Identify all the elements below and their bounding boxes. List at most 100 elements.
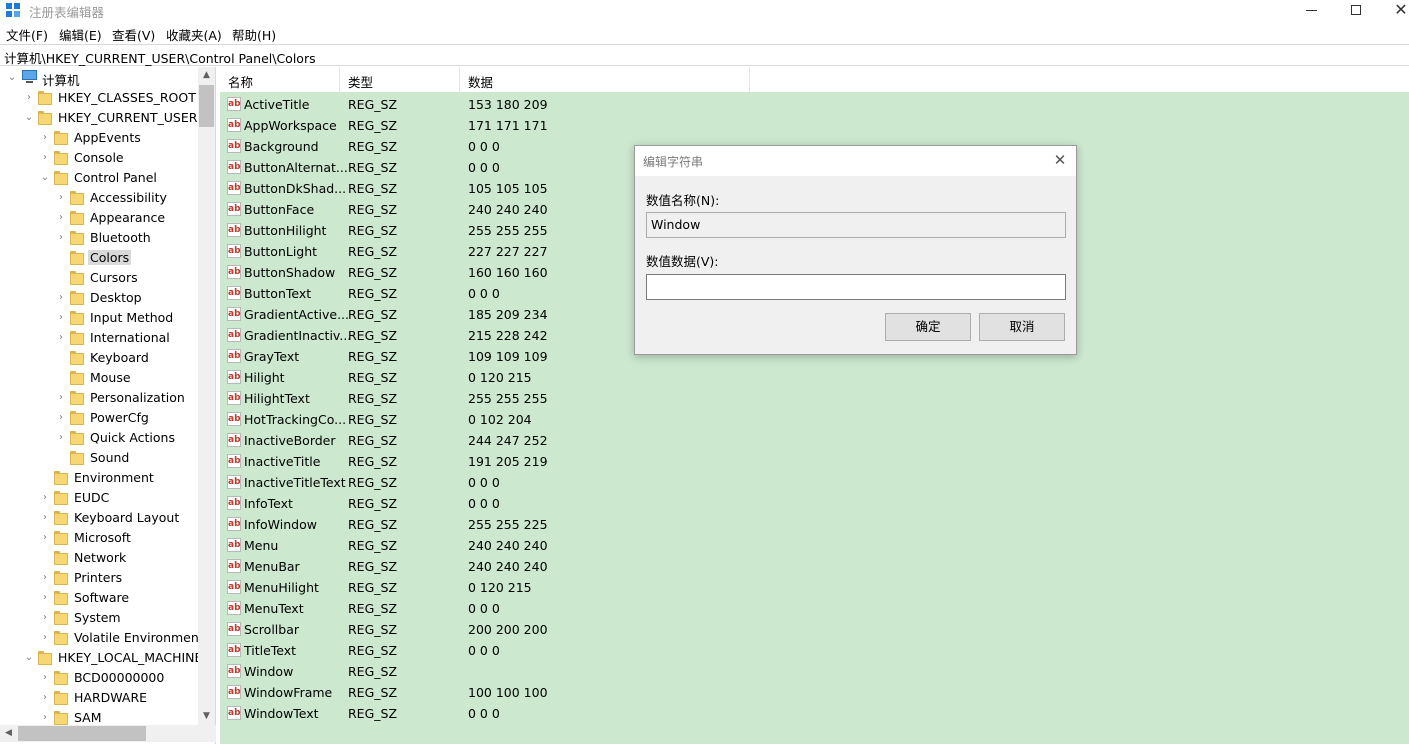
tree-item[interactable]: › HARDWARE bbox=[0, 688, 198, 708]
chevron-right-icon[interactable]: › bbox=[40, 611, 50, 625]
list-item[interactable]: ab WindowText REG_SZ 0 0 0 bbox=[220, 703, 1409, 724]
tree-item[interactable]: › HKEY_CLASSES_ROOT bbox=[0, 88, 198, 108]
list-item[interactable]: ab Window REG_SZ bbox=[220, 661, 1409, 682]
chevron-right-icon[interactable]: › bbox=[56, 431, 66, 445]
value-data-field[interactable] bbox=[646, 274, 1066, 300]
chevron-right-icon[interactable]: › bbox=[56, 391, 66, 405]
cancel-button[interactable]: 取消 bbox=[979, 313, 1065, 341]
tree-item[interactable]: › Bluetooth bbox=[0, 228, 198, 248]
ok-button[interactable]: 确定 bbox=[885, 313, 971, 341]
list-item[interactable]: ab InfoText REG_SZ 0 0 0 bbox=[220, 493, 1409, 514]
chevron-right-icon[interactable]: › bbox=[56, 411, 66, 425]
list-item[interactable]: ab InfoWindow REG_SZ 255 255 225 bbox=[220, 514, 1409, 535]
scroll-thumb[interactable] bbox=[199, 85, 214, 127]
list-item[interactable]: ab MenuHilight REG_SZ 0 120 215 bbox=[220, 577, 1409, 598]
chevron-right-icon[interactable]: › bbox=[40, 591, 50, 605]
tree-item[interactable]: Sound bbox=[0, 448, 198, 468]
address-path[interactable]: 计算机\HKEY_CURRENT_USER\Control Panel\Colo… bbox=[4, 48, 316, 67]
scroll-left-icon[interactable]: ◀ bbox=[0, 725, 17, 742]
tree-item[interactable]: › Accessibility bbox=[0, 188, 198, 208]
chevron-down-icon[interactable]: ⌄ bbox=[7, 71, 17, 85]
tree-item[interactable]: › Microsoft bbox=[0, 528, 198, 548]
chevron-right-icon[interactable]: › bbox=[40, 511, 50, 525]
tree-item[interactable]: › Printers bbox=[0, 568, 198, 588]
chevron-right-icon[interactable]: › bbox=[56, 191, 66, 205]
list-item[interactable]: ab InactiveBorder REG_SZ 244 247 252 bbox=[220, 430, 1409, 451]
scroll-down-icon[interactable]: ▼ bbox=[198, 708, 215, 725]
tree-item[interactable]: ⌄ HKEY_CURRENT_USER bbox=[0, 108, 198, 128]
scroll-up-icon[interactable]: ▲ bbox=[198, 67, 215, 84]
chevron-right-icon[interactable]: › bbox=[40, 691, 50, 705]
tree-item[interactable]: › Volatile Environment bbox=[0, 628, 204, 648]
list-item[interactable]: ab InactiveTitleText REG_SZ 0 0 0 bbox=[220, 472, 1409, 493]
list-item[interactable]: ab TitleText REG_SZ 0 0 0 bbox=[220, 640, 1409, 661]
list-item[interactable]: ab MenuText REG_SZ 0 0 0 bbox=[220, 598, 1409, 619]
minimize-button[interactable] bbox=[1288, 0, 1334, 20]
tree-item[interactable]: › Appearance bbox=[0, 208, 198, 228]
tree-item[interactable]: Network bbox=[0, 548, 198, 568]
chevron-right-icon[interactable]: › bbox=[40, 151, 50, 165]
chevron-right-icon[interactable]: › bbox=[40, 531, 50, 545]
tree-item[interactable]: › Console bbox=[0, 148, 198, 168]
chevron-right-icon[interactable]: › bbox=[40, 631, 50, 645]
tree-item[interactable]: Keyboard bbox=[0, 348, 198, 368]
tree-item[interactable]: › EUDC bbox=[0, 488, 198, 508]
value-name-field[interactable]: Window bbox=[646, 212, 1066, 238]
chevron-right-icon[interactable]: › bbox=[56, 331, 66, 345]
chevron-right-icon[interactable]: › bbox=[56, 211, 66, 225]
maximize-button[interactable] bbox=[1333, 0, 1379, 20]
chevron-right-icon[interactable]: › bbox=[40, 131, 50, 145]
list-item[interactable]: ab HilightText REG_SZ 255 255 255 bbox=[220, 388, 1409, 409]
tree-item[interactable]: › Software bbox=[0, 588, 198, 608]
list-item[interactable]: ab ActiveTitle REG_SZ 153 180 209 bbox=[220, 94, 1409, 115]
tree-item[interactable]: › Desktop bbox=[0, 288, 198, 308]
chevron-down-icon[interactable]: ⌄ bbox=[24, 111, 34, 125]
tree-item[interactable]: › International bbox=[0, 328, 198, 348]
tree-item[interactable]: Cursors bbox=[0, 268, 198, 288]
tree-vertical-scrollbar[interactable]: ▲ ▼ bbox=[198, 67, 215, 725]
tree-item[interactable]: ⌄ HKEY_LOCAL_MACHINE bbox=[0, 648, 202, 668]
chevron-right-icon[interactable]: › bbox=[24, 91, 34, 105]
chevron-right-icon[interactable]: › bbox=[40, 711, 50, 725]
chevron-right-icon[interactable]: › bbox=[56, 311, 66, 325]
chevron-right-icon[interactable]: › bbox=[40, 671, 50, 685]
tree-item-computer[interactable]: ⌄ 计算机 bbox=[0, 68, 198, 88]
menu-view[interactable]: 查看(V) bbox=[112, 25, 155, 44]
menu-edit[interactable]: 编辑(E) bbox=[59, 25, 102, 44]
chevron-right-icon[interactable]: › bbox=[40, 571, 50, 585]
column-type-header[interactable]: 类型 bbox=[340, 67, 460, 92]
address-bar[interactable]: 计算机\HKEY_CURRENT_USER\Control Panel\Colo… bbox=[0, 44, 1409, 66]
tree-item[interactable]: ⌄ Control Panel bbox=[0, 168, 198, 188]
chevron-down-icon[interactable]: ⌄ bbox=[24, 651, 34, 665]
menu-file[interactable]: 文件(F) bbox=[6, 25, 48, 44]
column-data-header[interactable]: 数据 bbox=[460, 67, 750, 92]
tree-item[interactable]: Mouse bbox=[0, 368, 198, 388]
close-button[interactable]: ✕ bbox=[1378, 0, 1409, 20]
tree-item[interactable]: › AppEvents bbox=[0, 128, 198, 148]
chevron-down-icon[interactable]: ⌄ bbox=[40, 171, 50, 185]
chevron-right-icon[interactable]: › bbox=[40, 491, 50, 505]
column-name-header[interactable]: 名称 bbox=[220, 67, 340, 92]
list-item[interactable]: ab AppWorkspace REG_SZ 171 171 171 bbox=[220, 115, 1409, 136]
tree-item[interactable]: › PowerCfg bbox=[0, 408, 198, 428]
tree-item[interactable]: › Input Method bbox=[0, 308, 198, 328]
tree-horizontal-scrollbar[interactable]: ◀ bbox=[0, 725, 216, 742]
tree-item[interactable]: Environment bbox=[0, 468, 198, 488]
tree-item[interactable]: Colors bbox=[0, 248, 198, 268]
tree-item[interactable]: › Personalization bbox=[0, 388, 198, 408]
list-item[interactable]: ab HotTrackingCo... REG_SZ 0 102 204 bbox=[220, 409, 1409, 430]
tree-item[interactable]: › Keyboard Layout bbox=[0, 508, 198, 528]
list-item[interactable]: ab WindowFrame REG_SZ 100 100 100 bbox=[220, 682, 1409, 703]
chevron-right-icon[interactable]: › bbox=[56, 231, 66, 245]
list-item[interactable]: ab Hilight REG_SZ 0 120 215 bbox=[220, 367, 1409, 388]
list-item[interactable]: ab MenuBar REG_SZ 240 240 240 bbox=[220, 556, 1409, 577]
tree-item[interactable]: › System bbox=[0, 608, 198, 628]
scroll-thumb[interactable] bbox=[18, 726, 146, 741]
chevron-right-icon[interactable]: › bbox=[56, 291, 66, 305]
menu-favorites[interactable]: 收藏夹(A) bbox=[166, 25, 222, 44]
list-item[interactable]: ab Menu REG_SZ 240 240 240 bbox=[220, 535, 1409, 556]
close-icon[interactable]: ✕ bbox=[1050, 150, 1070, 170]
tree-item[interactable]: › Quick Actions bbox=[0, 428, 198, 448]
tree-item[interactable]: › BCD00000000 bbox=[0, 668, 198, 688]
menu-help[interactable]: 帮助(H) bbox=[232, 25, 276, 44]
